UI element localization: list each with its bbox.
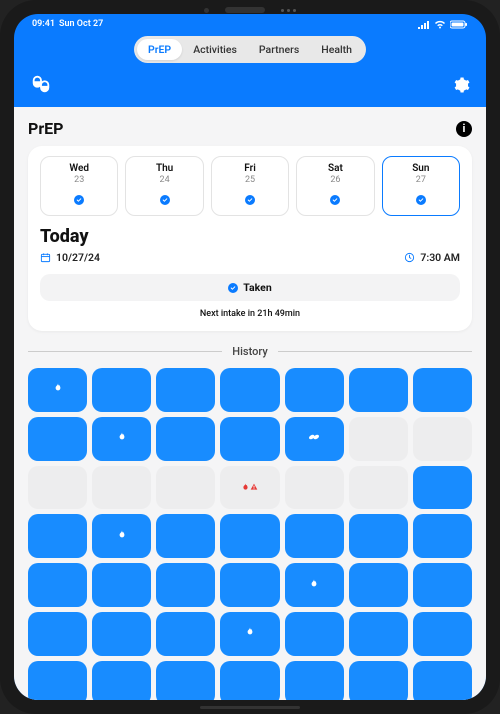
warning-icon: [250, 483, 258, 491]
history-cell[interactable]: [349, 466, 408, 510]
history-label: History: [232, 345, 267, 358]
gear-icon: [452, 76, 470, 94]
history-cell[interactable]: [285, 661, 344, 700]
history-cell[interactable]: [413, 466, 472, 510]
day-cell-sun[interactable]: Sun 27: [382, 156, 460, 216]
tab-partners[interactable]: Partners: [248, 39, 310, 60]
history-cell[interactable]: [285, 417, 344, 461]
history-cell[interactable]: [156, 661, 215, 700]
history-cell[interactable]: [413, 612, 472, 656]
history-cell[interactable]: [28, 514, 87, 558]
today-date[interactable]: 10/27/24: [40, 251, 100, 264]
flame-icon: [310, 579, 318, 589]
flame-icon: [242, 483, 249, 492]
today-time[interactable]: 7:30 AM: [404, 251, 460, 264]
day-cell-fri[interactable]: Fri 25: [211, 156, 289, 216]
check-icon: [160, 195, 170, 205]
history-cell[interactable]: [92, 417, 151, 461]
status-date: Sun Oct 27: [59, 19, 103, 29]
history-cell[interactable]: [28, 368, 87, 412]
history-cell[interactable]: [28, 417, 87, 461]
history-cell[interactable]: [28, 612, 87, 656]
history-cell[interactable]: [349, 661, 408, 700]
history-cell[interactable]: [413, 514, 472, 558]
history-cell[interactable]: [349, 417, 408, 461]
history-cell[interactable]: [285, 563, 344, 607]
history-cell[interactable]: [285, 514, 344, 558]
day-cell-thu[interactable]: Thu 24: [125, 156, 203, 216]
history-cell[interactable]: [92, 514, 151, 558]
history-cell[interactable]: [413, 563, 472, 607]
tab-bar: PrEPActivitiesPartnersHealth: [134, 36, 366, 63]
history-cell[interactable]: [220, 612, 279, 656]
flame-icon: [118, 530, 126, 540]
history-cell[interactable]: [92, 661, 151, 700]
history-cell[interactable]: [349, 514, 408, 558]
history-cell[interactable]: [349, 612, 408, 656]
check-icon: [330, 195, 340, 205]
history-cell[interactable]: [156, 563, 215, 607]
today-heading: Today: [40, 226, 460, 247]
calendar-icon: [40, 252, 51, 263]
history-cell[interactable]: [28, 661, 87, 700]
status-bar: 09:41 Sun Oct 27: [14, 14, 486, 32]
info-button[interactable]: i: [456, 121, 472, 137]
history-cell[interactable]: [220, 514, 279, 558]
history-cell[interactable]: [156, 514, 215, 558]
history-cell[interactable]: [92, 612, 151, 656]
history-cell[interactable]: [349, 368, 408, 412]
history-cell[interactable]: [156, 368, 215, 412]
status-time: 09:41: [32, 19, 55, 29]
pills-icon: [308, 433, 320, 441]
tab-activities[interactable]: Activities: [182, 39, 248, 60]
wifi-icon: [434, 20, 446, 29]
history-cell[interactable]: [285, 466, 344, 510]
battery-icon: [450, 20, 468, 29]
status-indicators: [418, 20, 468, 29]
history-cell[interactable]: [220, 563, 279, 607]
app-logo: [30, 73, 52, 101]
flame-icon: [118, 432, 126, 442]
today-card: Wed 23 Thu 24 Fri 25 Sat 26 Sun 27 Today…: [28, 146, 472, 331]
tab-prep[interactable]: PrEP: [137, 39, 182, 60]
check-icon: [416, 195, 426, 205]
history-cell[interactable]: [28, 466, 87, 510]
flame-icon: [54, 383, 62, 393]
section-title: PrEP: [28, 119, 63, 138]
day-cell-sat[interactable]: Sat 26: [296, 156, 374, 216]
history-cell[interactable]: [156, 466, 215, 510]
check-icon: [228, 283, 238, 293]
home-indicator[interactable]: [200, 706, 300, 709]
history-cell[interactable]: [156, 417, 215, 461]
flame-icon: [246, 627, 254, 637]
history-cell[interactable]: [413, 661, 472, 700]
settings-button[interactable]: [452, 76, 470, 98]
history-cell[interactable]: [285, 368, 344, 412]
history-cell[interactable]: [156, 612, 215, 656]
history-cell[interactable]: [413, 417, 472, 461]
history-cell[interactable]: [285, 612, 344, 656]
check-icon: [245, 195, 255, 205]
history-cell[interactable]: [220, 368, 279, 412]
history-cell[interactable]: [220, 466, 279, 510]
signal-icon: [418, 20, 430, 29]
tab-health[interactable]: Health: [310, 39, 363, 60]
clock-icon: [404, 252, 415, 263]
history-grid: [28, 368, 472, 700]
history-cell[interactable]: [220, 417, 279, 461]
day-cell-wed[interactable]: Wed 23: [40, 156, 118, 216]
history-cell[interactable]: [220, 661, 279, 700]
history-cell[interactable]: [92, 368, 151, 412]
history-cell[interactable]: [413, 368, 472, 412]
history-cell[interactable]: [28, 563, 87, 607]
history-cell[interactable]: [92, 466, 151, 510]
history-cell[interactable]: [349, 563, 408, 607]
check-icon: [74, 195, 84, 205]
taken-status[interactable]: Taken: [40, 274, 460, 301]
history-cell[interactable]: [92, 563, 151, 607]
next-intake-text: Next intake in 21h 49min: [40, 309, 460, 319]
